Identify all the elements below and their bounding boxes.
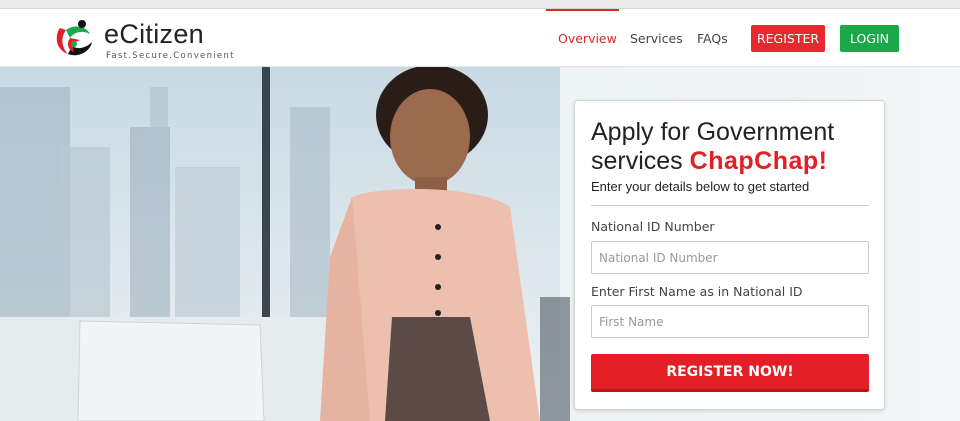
card-title: Apply for Government services ChapChap! — [591, 118, 834, 176]
card-title-accent: ChapChap! — [689, 147, 828, 175]
nav-services[interactable]: Services — [630, 31, 683, 46]
card-title-line1: Apply for Government — [591, 118, 835, 146]
nav-overview[interactable]: Overview — [558, 31, 617, 46]
national-id-label: National ID Number — [591, 219, 715, 234]
login-button[interactable]: LOGIN — [840, 25, 899, 52]
brand-tagline: Fast.Secure.Convenient — [106, 51, 235, 61]
national-id-input[interactable] — [591, 241, 869, 274]
browser-top-strip — [0, 0, 960, 9]
register-button[interactable]: REGISTER — [751, 25, 825, 52]
first-name-input[interactable] — [591, 305, 869, 338]
registration-card: Apply for Government services ChapChap! … — [574, 100, 885, 410]
nav-faqs[interactable]: FAQs — [697, 31, 728, 46]
ecitizen-logo[interactable]: eCitizen Fast.Secure.Convenient — [52, 16, 235, 62]
first-name-label: Enter First Name as in National ID — [591, 284, 803, 299]
register-now-button[interactable]: REGISTER NOW! — [591, 354, 869, 392]
card-title-prefix: services — [591, 147, 690, 175]
card-subtitle: Enter your details below to get started — [591, 179, 810, 194]
nav-active-indicator — [546, 9, 619, 11]
brand-name: eCitizen — [104, 19, 204, 49]
card-divider — [591, 205, 869, 206]
ecitizen-logo-icon — [56, 20, 92, 56]
top-navbar: eCitizen Fast.Secure.Convenient Overview… — [0, 9, 960, 67]
